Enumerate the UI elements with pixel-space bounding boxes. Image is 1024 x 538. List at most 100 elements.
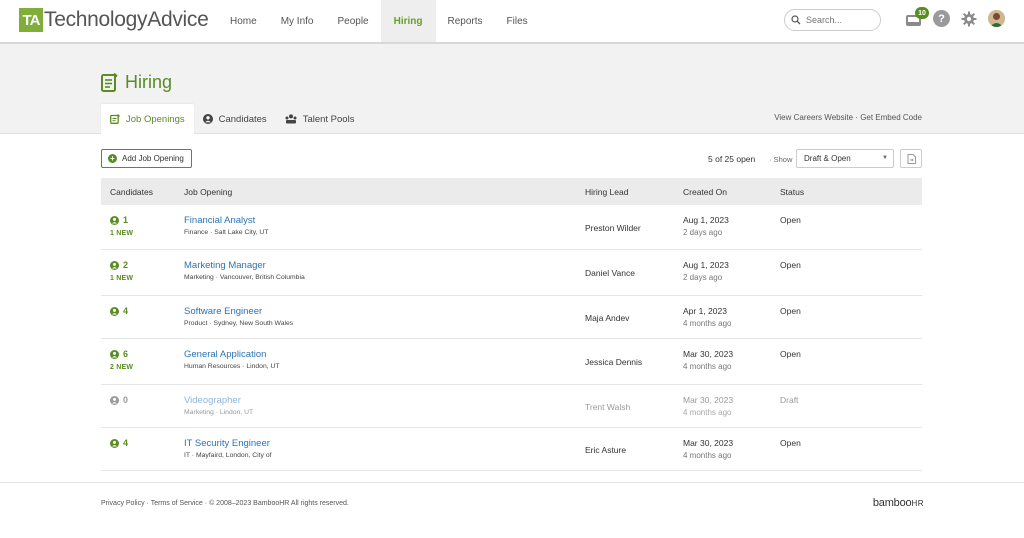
search-input[interactable] [806,15,874,25]
header-hiring-lead[interactable]: Hiring Lead [585,187,628,197]
candidates-value: 6 [123,349,129,359]
nav-people[interactable]: People [325,0,380,42]
tab-job-openings[interactable]: Job Openings [101,104,194,134]
tab-label: Job Openings [126,113,185,125]
view-careers-website-link[interactable]: View Careers Website [774,113,853,122]
logo-mark: TA [19,8,43,32]
candidates-count[interactable]: 2 [110,260,133,270]
candidates-cell: 1 1 NEW [110,215,133,237]
job-title-link[interactable]: IT Security Engineer [184,438,270,449]
created-date: Mar 30, 2023 [683,395,734,405]
candidates-cell: 0 [110,395,128,405]
nav-files[interactable]: Files [495,0,540,42]
header-candidates[interactable]: Candidates [110,187,153,197]
new-candidates-badge[interactable]: 2 NEW [110,364,133,371]
separator: · [855,113,858,122]
table-row[interactable]: 6 2 NEW General Application Human Resources… [101,339,922,385]
avatar-photo [988,10,1005,27]
created-date: Apr 1, 2023 [683,306,727,316]
nav-my-info[interactable]: My Info [269,0,326,42]
job-title-link[interactable]: Marketing Manager [184,260,266,271]
created-relative: 4 months ago [683,362,732,371]
candidates-count[interactable]: 0 [110,395,128,405]
page-header: Hiring Job Openings Candidates Talent Po… [0,44,1024,134]
nav-hiring[interactable]: Hiring [380,0,436,42]
created-relative: 2 days ago [683,273,723,282]
new-candidates-badge[interactable]: 1 NEW [110,275,133,282]
add-job-opening-label: Add Job Opening [122,154,184,163]
created-date: Aug 1, 2023 [683,260,729,270]
show-label: · Show [769,155,792,164]
help-button[interactable]: ? [933,10,950,27]
job-opening-cell: Software Engineer Product · Sydney, New S… [184,306,293,327]
table-row[interactable]: 4 Software Engineer Product · Sydney, New … [101,296,922,339]
header-status[interactable]: Status [780,187,804,197]
company-logo[interactable]: TA TechnologyAdvice [19,6,209,34]
job-title-link[interactable]: Financial Analyst [184,215,255,226]
table-body: 1 1 NEW Financial Analyst Finance · Salt La… [101,205,922,471]
candidates-count[interactable]: 6 [110,349,133,359]
export-button[interactable] [900,149,922,168]
tab-candidates[interactable]: Candidates [194,104,276,134]
show-text: Show [773,155,793,164]
hiring-lead: Daniel Vance [585,268,635,278]
new-candidates-badge[interactable]: 1 NEW [110,230,133,237]
job-title-link[interactable]: Software Engineer [184,306,262,317]
table-header: Candidates Job Opening Hiring Lead Creat… [101,178,922,205]
candidates-count[interactable]: 1 [110,215,133,225]
status-text: Open [780,215,801,225]
settings-button[interactable] [960,10,978,28]
person-icon [110,260,119,270]
gear-icon [961,11,977,27]
candidates-count[interactable]: 4 [110,438,128,448]
terms-of-service-link[interactable]: Terms of Service [151,500,203,507]
person-icon [110,215,119,225]
candidates-count[interactable]: 4 [110,306,128,316]
job-title-link[interactable]: General Application [184,349,266,360]
separator: · [146,500,149,507]
created-relative: 4 months ago [683,408,732,417]
job-department-location: IT · Mayfaird, London, City of [184,452,272,459]
user-avatar[interactable] [988,10,1005,27]
created-cell: Aug 1, 2023 2 days ago [683,215,729,237]
created-relative: 4 months ago [683,319,732,328]
help-icon: ? [938,12,945,25]
table-row[interactable]: 1 1 NEW Financial Analyst Finance · Salt La… [101,205,922,250]
job-department-location: Human Resources · Lindon, UT [184,363,280,370]
status-filter-select[interactable]: Draft & Open ▼ [796,149,894,168]
privacy-policy-link[interactable]: Privacy Policy [101,500,145,507]
hiring-lead: Eric Asture [585,445,627,455]
talent-pools-icon [285,114,297,124]
tab-talent-pools[interactable]: Talent Pools [276,104,364,134]
job-opening-cell: General Application Human Resources · Lin… [184,349,280,370]
job-opening-cell: IT Security Engineer IT · Mayfaird, Londo… [184,438,272,459]
search-box[interactable] [784,9,881,31]
footer: Privacy Policy · Terms of Service · © 20… [0,482,1024,538]
table-row[interactable]: 2 1 NEW Marketing Manager Marketing · Vanco… [101,250,922,296]
inbox-button[interactable]: 10 [905,7,929,28]
filter-value: Draft & Open [804,154,851,163]
header-created-on[interactable]: Created On [683,187,727,197]
caret-down-icon: ▼ [882,155,888,161]
get-embed-code-link[interactable]: Get Embed Code [860,113,922,122]
table-row[interactable]: 0 Videographer Marketing · Lindon, UT Trent… [101,385,922,428]
separator: · [769,155,772,164]
header-job-opening[interactable]: Job Opening [184,187,232,197]
created-date: Mar 30, 2023 [683,349,734,359]
tab-label: Talent Pools [302,113,355,125]
status-text: Draft [780,395,799,405]
created-date: Mar 30, 2023 [683,438,734,448]
person-icon [202,114,213,124]
table-row[interactable]: 4 IT Security Engineer IT · Mayfaird, Lond… [101,428,922,471]
search-icon [791,15,801,25]
logo-main: bamboo [872,497,912,509]
status-text: Open [780,260,801,270]
export-icon [907,153,916,164]
person-icon [110,438,119,448]
nav-reports[interactable]: Reports [436,0,495,42]
job-title-link[interactable]: Videographer [184,395,241,406]
created-cell: Mar 30, 2023 4 months ago [683,395,733,417]
nav-home[interactable]: Home [218,0,269,42]
add-job-opening-button[interactable]: + Add Job Opening [101,149,192,168]
hiring-lead: Trent Walsh [585,402,631,412]
